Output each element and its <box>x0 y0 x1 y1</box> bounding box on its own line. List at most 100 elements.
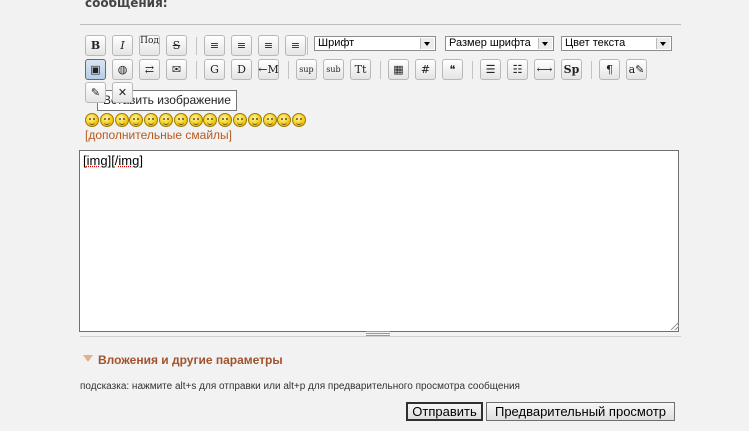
resize-corner-icon[interactable] <box>671 322 679 330</box>
insert-media-button[interactable]: ✉ <box>166 59 187 80</box>
smiley-icon[interactable] <box>173 113 188 127</box>
smiley-icon[interactable] <box>114 113 129 127</box>
align-justify-icon: ≡ <box>236 39 247 52</box>
quote-button[interactable]: ❝ <box>442 59 463 80</box>
more-smileys-link[interactable]: [дополнительные смайлы] <box>85 128 232 142</box>
spoiler-button[interactable]: Sp <box>561 59 582 80</box>
insert-email-icon: ⇄ <box>144 63 155 76</box>
font-select-value: Шрифт <box>318 37 355 49</box>
attachments-toggle[interactable]: Вложения и другие параметры <box>98 353 283 367</box>
insert-email-button[interactable]: ⇄ <box>139 59 160 80</box>
chevron-down-icon <box>656 38 670 49</box>
quote-icon: ❝ <box>449 63 456 76</box>
smiley-icon[interactable] <box>292 113 307 127</box>
numbered-list-button[interactable]: ☷ <box>507 59 528 80</box>
smiley-icon[interactable] <box>218 113 233 127</box>
strikethrough-button[interactable]: S <box>166 35 187 56</box>
numbered-list-icon: ☷ <box>512 63 523 76</box>
smiley-icon[interactable] <box>129 113 144 127</box>
preview-button[interactable]: Предварительный просмотр <box>486 402 675 421</box>
code-icon: # <box>420 63 431 76</box>
translit-icon: ✎ <box>90 86 101 99</box>
expand-arrow-icon[interactable] <box>83 355 93 362</box>
bold-button[interactable]: B <box>85 35 106 56</box>
align-right-icon: ≡ <box>290 39 301 52</box>
text-case-button[interactable]: Tt <box>350 59 371 80</box>
table-button[interactable]: ▦ <box>388 59 409 80</box>
align-right-button[interactable]: ≡ <box>285 35 306 56</box>
edit-note-icon: a✎ <box>628 63 645 76</box>
bold-icon: B <box>90 39 101 52</box>
superscript-button[interactable]: sup <box>296 59 317 80</box>
smiley-icon[interactable] <box>262 113 277 127</box>
align-center-button[interactable]: ≡ <box>258 35 279 56</box>
italic-button[interactable]: I <box>112 35 133 56</box>
code-button[interactable]: # <box>415 59 436 80</box>
toolbar-separator <box>307 37 308 55</box>
align-center-icon: ≡ <box>263 39 274 52</box>
google-button[interactable]: G <box>204 59 225 80</box>
strikethrough-icon: S <box>172 39 181 52</box>
underline-button[interactable]: Под <box>139 35 160 56</box>
smiley-icon[interactable] <box>247 113 262 127</box>
spoiler-icon: Sp <box>563 63 580 76</box>
divider <box>80 336 681 337</box>
section-heading: сообщения: <box>85 0 168 10</box>
insert-link-icon: ◍ <box>117 63 128 76</box>
edit-note-button[interactable]: a✎ <box>626 59 647 80</box>
subscript-icon: sub <box>326 65 341 74</box>
font-select[interactable]: Шрифт <box>314 36 436 51</box>
message-text: [img][/img] <box>83 153 143 168</box>
hide-icon: ←M <box>258 63 279 76</box>
underline-icon: Под <box>140 36 159 46</box>
google-icon: G <box>210 63 219 76</box>
chevron-down-icon <box>420 38 434 49</box>
message-textarea[interactable]: [img][/img] <box>79 150 679 332</box>
d-button[interactable]: D <box>231 59 252 80</box>
paragraph-button[interactable]: ¶ <box>599 59 620 80</box>
submit-button[interactable]: Отправить <box>406 402 483 421</box>
insert-image-icon: ▣ <box>90 63 101 76</box>
align-left-icon: ≡ <box>209 39 220 52</box>
toolbar-separator <box>591 61 592 79</box>
paragraph-icon: ¶ <box>606 63 613 76</box>
table-icon: ▦ <box>393 63 404 76</box>
remove-format-button[interactable]: ✕ <box>112 82 133 103</box>
translit-button[interactable]: ✎ <box>85 82 106 103</box>
superscript-icon: sup <box>299 65 314 74</box>
text-color-select[interactable]: Цвет текста <box>561 36 672 51</box>
toolbar-separator <box>288 61 289 79</box>
chevron-down-icon <box>538 38 552 49</box>
align-left-button[interactable]: ≡ <box>204 35 225 56</box>
horizontal-rule-icon: ⟷ <box>536 63 553 76</box>
font-size-select-value: Размер шрифта <box>449 37 531 49</box>
toolbar-separator <box>472 61 473 79</box>
italic-icon: I <box>120 39 125 52</box>
hide-button[interactable]: ←M <box>258 59 279 80</box>
insert-link-button[interactable]: ◍ <box>112 59 133 80</box>
font-size-select[interactable]: Размер шрифта <box>445 36 554 51</box>
smiley-icon[interactable] <box>159 113 173 127</box>
toolbar-separator <box>380 61 381 79</box>
smiley-icon[interactable] <box>188 113 203 127</box>
divider <box>80 24 681 25</box>
d-icon: D <box>237 63 246 76</box>
align-justify-button[interactable]: ≡ <box>231 35 252 56</box>
remove-format-icon: ✕ <box>117 86 128 99</box>
smiley-icon[interactable] <box>203 113 218 127</box>
smiley-icon[interactable] <box>85 113 99 127</box>
subscript-button[interactable]: sub <box>323 59 344 80</box>
bullet-list-icon: ☰ <box>485 63 496 76</box>
bullet-list-button[interactable]: ☰ <box>480 59 501 80</box>
smiley-icon[interactable] <box>233 113 247 127</box>
smiley-icon[interactable] <box>144 113 159 127</box>
toolbar-separator <box>196 61 197 79</box>
insert-image-button[interactable]: ▣ <box>85 59 106 80</box>
smiley-icon[interactable] <box>99 113 114 127</box>
keyboard-hint: подсказка: нажмите alt+s для отправки ил… <box>80 381 520 392</box>
text-color-select-value: Цвет текста <box>565 37 626 49</box>
insert-media-icon: ✉ <box>171 63 182 76</box>
smiley-icon[interactable] <box>277 113 292 127</box>
horizontal-rule-button[interactable]: ⟷ <box>534 59 555 80</box>
text-case-icon: Tt <box>354 63 367 76</box>
